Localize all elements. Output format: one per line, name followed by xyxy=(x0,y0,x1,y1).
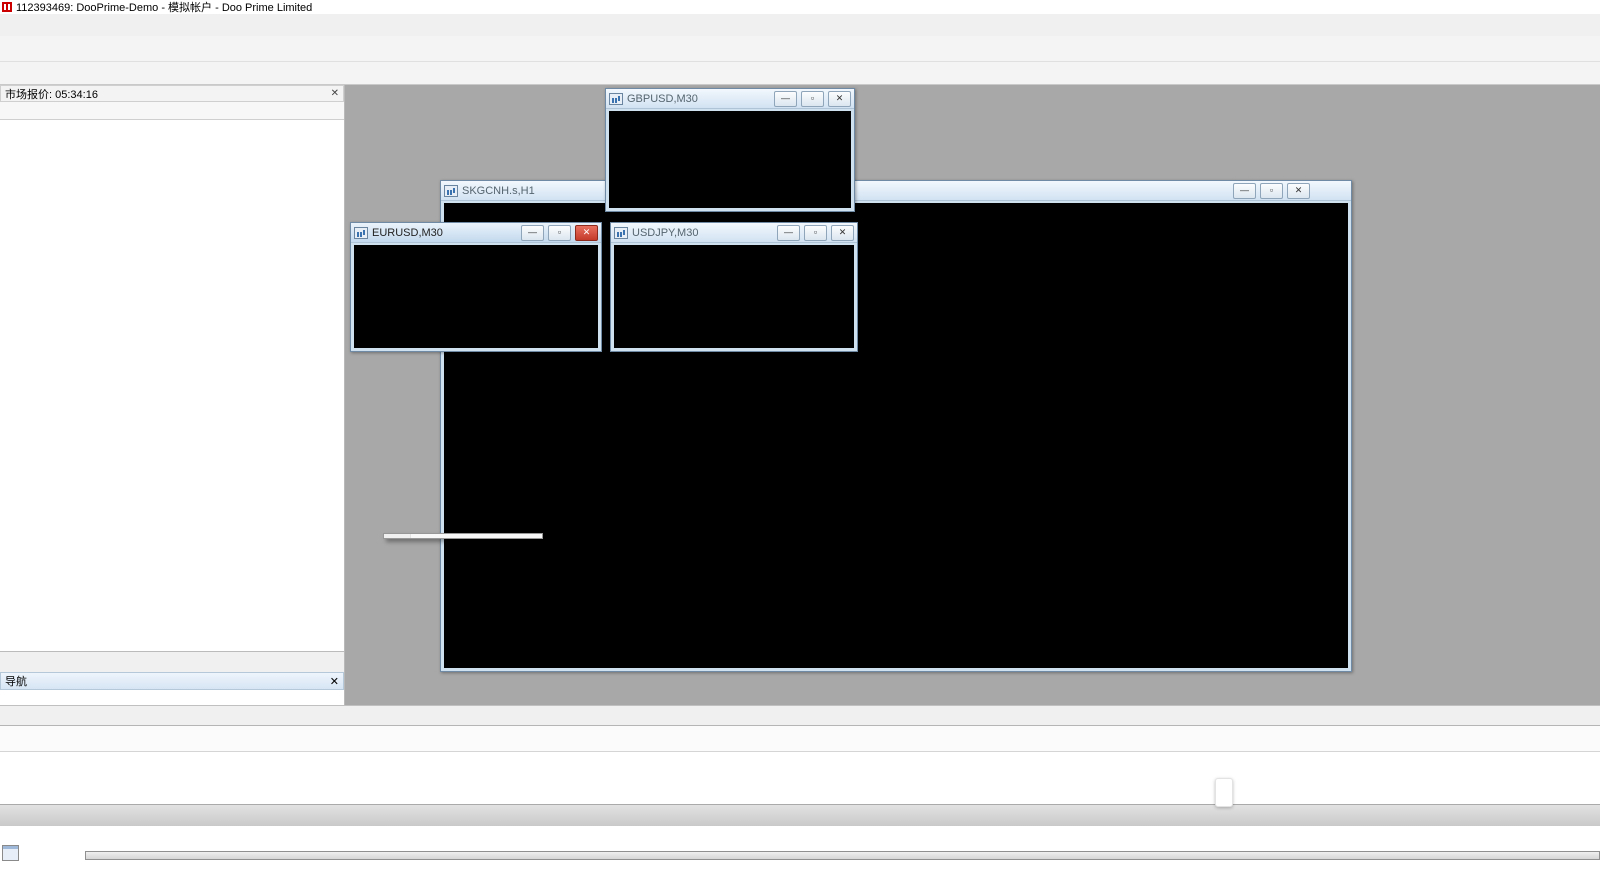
close-button[interactable]: ✕ xyxy=(575,225,598,241)
window-titlebar: 112393469: DooPrime-Demo - 模拟帐户 - Doo Pr… xyxy=(0,0,1600,14)
chart-window-title: GBPUSD,M30 xyxy=(627,93,770,105)
chart-window-titlebar[interactable]: EURUSD,M30 — ▫ ✕ xyxy=(351,223,601,243)
chart-window-titlebar[interactable]: USDJPY,M30 — ▫ ✕ xyxy=(611,223,857,243)
account-status-bar xyxy=(0,804,1600,826)
background-window-icon[interactable] xyxy=(2,845,19,861)
navigator-header: 导航 ✕ xyxy=(0,672,344,690)
restore-button[interactable]: ▫ xyxy=(801,91,824,107)
sogou-input-bar xyxy=(1215,778,1233,807)
close-icon[interactable]: ✕ xyxy=(330,675,339,688)
navigator-tabs xyxy=(0,690,344,704)
close-button[interactable]: ✕ xyxy=(828,91,851,107)
chart-area[interactable] xyxy=(354,245,598,348)
chart-window-usdjpy[interactable]: USDJPY,M30 — ▫ ✕ xyxy=(610,222,858,352)
orders-column-headers xyxy=(0,726,1600,752)
close-icon[interactable]: ✕ xyxy=(331,88,339,99)
menu-bar xyxy=(0,14,1600,37)
chart-icon xyxy=(444,185,458,197)
chart-window-titlebar[interactable]: GBPUSD,M30 — ▫ ✕ xyxy=(606,89,854,109)
market-watch-tabs xyxy=(0,651,344,672)
standard-toolbar xyxy=(0,36,1600,62)
app-logo-icon xyxy=(2,2,12,12)
navigator-title: 导航 xyxy=(5,673,27,689)
restore-button[interactable]: ▫ xyxy=(548,225,571,241)
chart-window-title: USDJPY,M30 xyxy=(632,227,773,239)
chart-window-gbpusd[interactable]: GBPUSD,M30 — ▫ ✕ xyxy=(605,88,855,212)
minimize-button[interactable]: — xyxy=(1233,183,1256,199)
chart-area[interactable] xyxy=(614,245,854,348)
drawing-toolbar xyxy=(0,62,1600,85)
minimize-button[interactable]: — xyxy=(774,91,797,107)
window-title: 112393469: DooPrime-Demo - 模拟帐户 - Doo Pr… xyxy=(16,0,312,15)
context-menu xyxy=(383,533,543,539)
market-watch-panel: 市场报价: 05:34:16 ✕ 导航 ✕ xyxy=(0,85,345,705)
close-button[interactable]: ✕ xyxy=(831,225,854,241)
chart-icon xyxy=(609,93,623,105)
restore-button[interactable]: ▫ xyxy=(1260,183,1283,199)
market-watch-header: 市场报价: 05:34:16 ✕ xyxy=(0,85,344,102)
chart-window-eurusd[interactable]: EURUSD,M30 — ▫ ✕ xyxy=(350,222,602,352)
restore-button[interactable]: ▫ xyxy=(804,225,827,241)
bottom-tab-bar xyxy=(0,705,1600,725)
chart-workspace: SKGCNH.s,H1 — ▫ ✕ GBPUSD,M30 — ▫ ✕ USDJP… xyxy=(345,85,1600,705)
market-watch-table xyxy=(0,120,344,651)
minimize-button[interactable]: — xyxy=(521,225,544,241)
minimize-button[interactable]: — xyxy=(777,225,800,241)
market-watch-column-headers xyxy=(0,102,344,120)
chart-icon xyxy=(354,227,368,239)
background-window-edge[interactable] xyxy=(85,851,1600,860)
chart-area[interactable] xyxy=(609,111,851,208)
navigator-tabs-clipped xyxy=(2,706,342,722)
chart-icon xyxy=(614,227,628,239)
close-button[interactable]: ✕ xyxy=(1287,183,1310,199)
market-watch-title: 市场报价: 05:34:16 xyxy=(5,86,98,102)
mt4-application: 112393469: DooPrime-Demo - 模拟帐户 - Doo Pr… xyxy=(0,0,1600,874)
chart-window-title: EURUSD,M30 xyxy=(372,227,517,239)
chart-window-titlebar[interactable]: SKGCNH.s,H1 — ▫ ✕ xyxy=(441,181,1351,201)
